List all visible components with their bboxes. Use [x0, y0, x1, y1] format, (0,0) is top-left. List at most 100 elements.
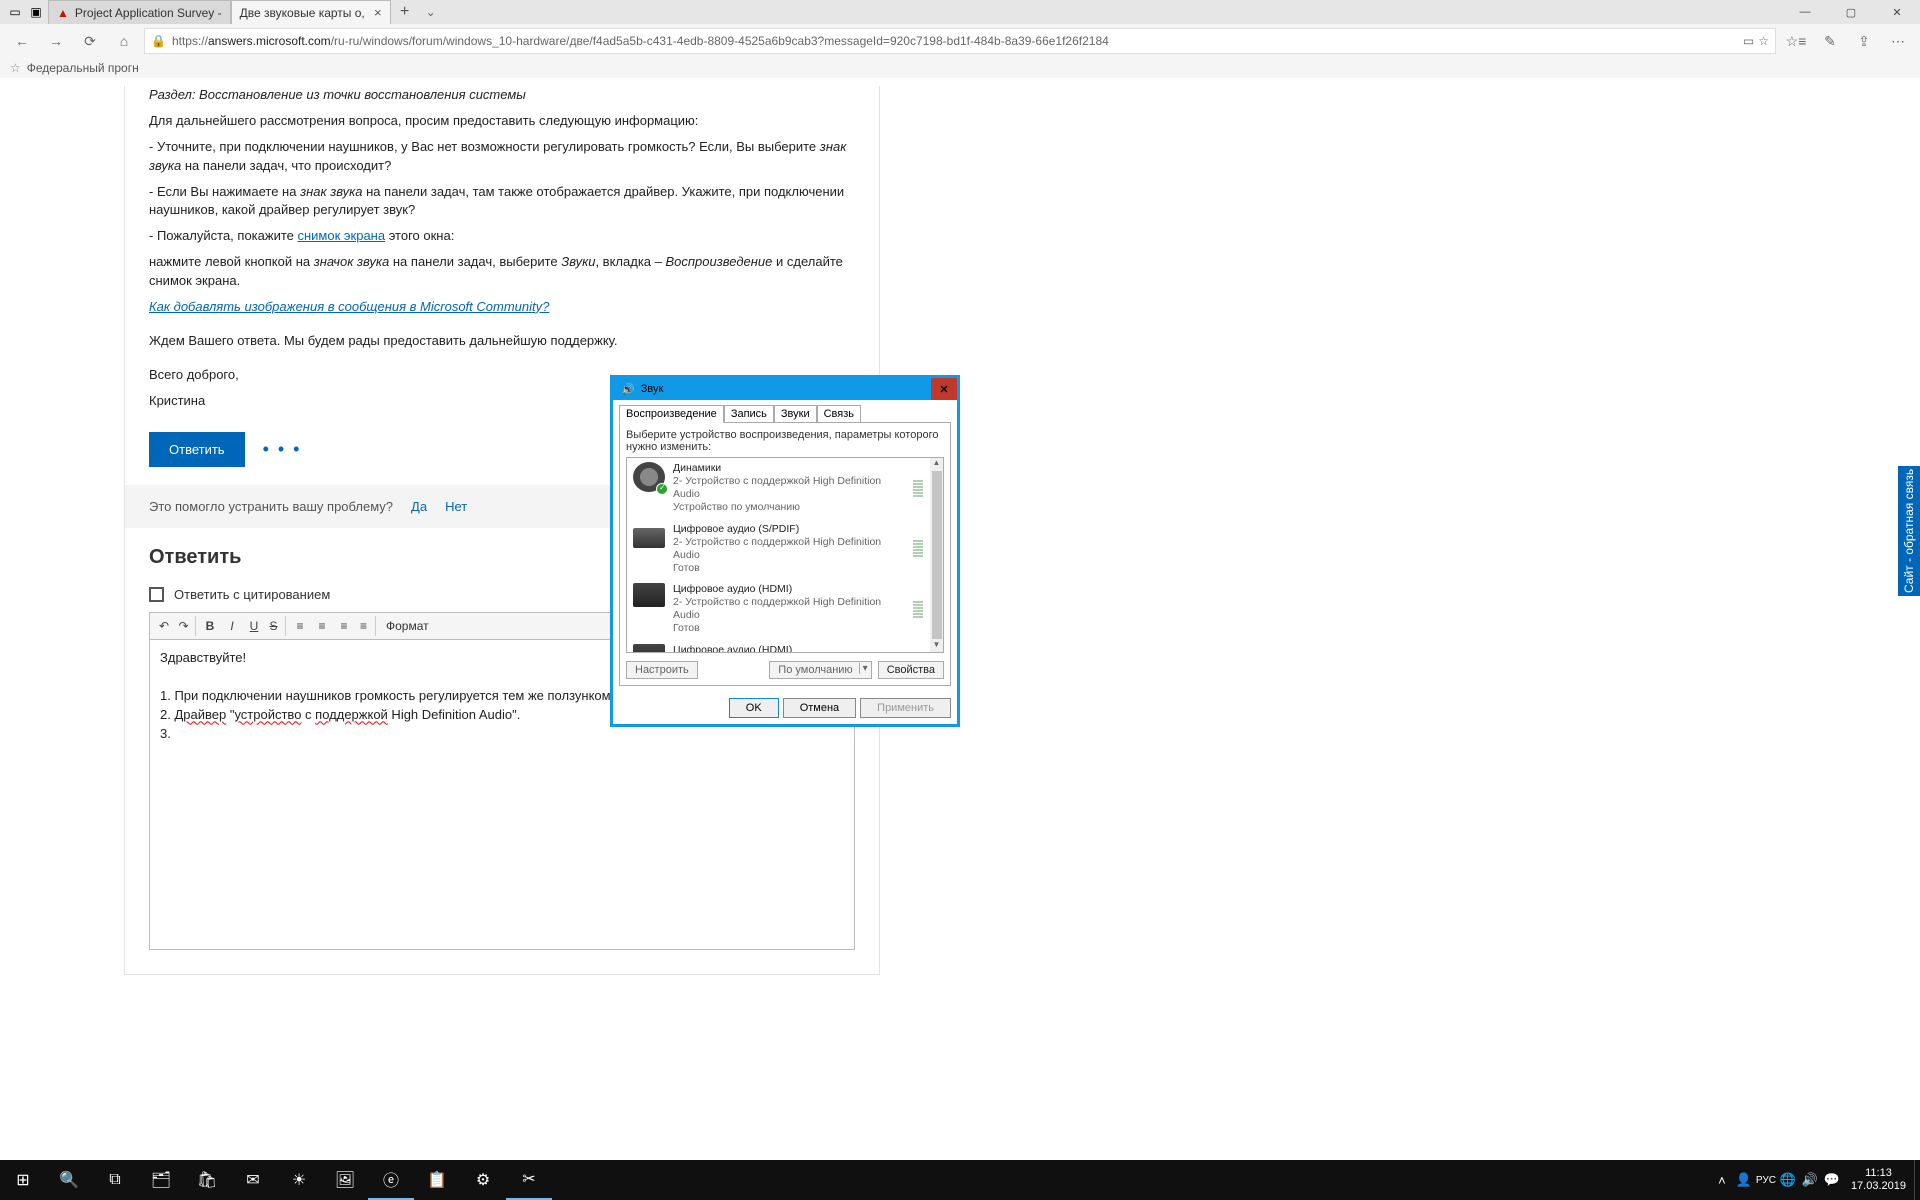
- undo-icon[interactable]: ↶: [154, 616, 174, 636]
- back-button[interactable]: ←: [8, 27, 36, 55]
- redo-icon[interactable]: ↷: [176, 616, 196, 636]
- bold-icon[interactable]: B: [200, 616, 220, 636]
- mail-icon[interactable]: ✉: [230, 1160, 276, 1200]
- dialog-title: Звук: [641, 383, 664, 395]
- minimize-button[interactable]: —: [1782, 0, 1828, 24]
- browser-tab-0[interactable]: ▲ Project Application Survey -: [48, 0, 231, 24]
- configure-button[interactable]: Настроить: [626, 661, 698, 679]
- tabs-chevron-icon[interactable]: ⌄: [419, 0, 443, 24]
- taskbar: ⊞ 🔍 ⧉ 🗂 🛍 ✉ ☀ 🖼 ⓔ 📋 ⚙ ✂ ˄ 👤 РУС 🌐 🔊 💬 11…: [0, 1160, 1920, 1200]
- notifications-icon[interactable]: 💬: [1821, 1160, 1843, 1200]
- helpful-question: Это помогло устранить вашу проблему?: [149, 499, 393, 514]
- format-select[interactable]: Формат: [380, 619, 435, 633]
- set-default-combo[interactable]: По умолчанию: [769, 661, 871, 679]
- weather-icon[interactable]: ☀: [276, 1160, 322, 1200]
- device-row-3[interactable]: Цифровое аудио (HDMI)Устройство с поддер…: [627, 640, 943, 654]
- lang-icon[interactable]: РУС: [1755, 1160, 1777, 1200]
- device-row-1[interactable]: Цифровое аудио (S/PDIF)2- Устройство с п…: [627, 519, 943, 580]
- url-prefix: https://: [172, 34, 208, 48]
- tab-playback[interactable]: Воспроизведение: [619, 405, 724, 423]
- device-list[interactable]: Динамики2- Устройство с поддержкой High …: [626, 457, 944, 653]
- lock-icon: 🔒: [151, 34, 166, 48]
- favorites-icon[interactable]: ☆≡: [1782, 27, 1810, 55]
- photos-icon[interactable]: 🖼: [322, 1160, 368, 1200]
- help-link[interactable]: Как добавлять изображения в сообщения в …: [149, 299, 549, 314]
- new-tab-button[interactable]: +: [391, 0, 419, 24]
- search-icon[interactable]: 🔍: [46, 1160, 92, 1200]
- sound-dialog: 🔊 Звук ✕ Воспроизведение Запись Звуки Св…: [610, 375, 960, 727]
- helpful-yes[interactable]: Да: [411, 499, 427, 514]
- refresh-button[interactable]: ⟳: [76, 27, 104, 55]
- dialog-body: Воспроизведение Запись Звуки Связь Выбер…: [613, 400, 957, 692]
- tab-sounds[interactable]: Звуки: [774, 405, 817, 423]
- ok-button[interactable]: OK: [729, 698, 779, 718]
- align-left-icon[interactable]: ≡: [290, 616, 310, 636]
- system-tray: ˄ 👤 РУС 🌐 🔊 💬 11:1317.03.2019: [1711, 1160, 1920, 1200]
- store-icon[interactable]: 🛍: [184, 1160, 230, 1200]
- device-row-0[interactable]: Динамики2- Устройство с поддержкой High …: [627, 458, 943, 519]
- dialog-hint: Выберите устройство воспроизведения, пар…: [626, 429, 944, 453]
- show-desktop-button[interactable]: [1914, 1160, 1920, 1200]
- tab-recording[interactable]: Запись: [724, 405, 774, 423]
- helpful-no[interactable]: Нет: [445, 499, 467, 514]
- apply-button[interactable]: Применить: [860, 698, 951, 718]
- close-icon[interactable]: ×: [374, 5, 382, 20]
- task-view-icon[interactable]: ⧉: [92, 1160, 138, 1200]
- reply-button[interactable]: Ответить: [149, 432, 245, 467]
- taskview2-icon[interactable]: ▣: [27, 0, 45, 24]
- hdmi-device-icon: [633, 583, 665, 607]
- italic-icon[interactable]: I: [222, 616, 242, 636]
- hdmi-device-icon: [633, 644, 665, 654]
- fav-item[interactable]: Федеральный прогн: [27, 61, 139, 75]
- start-button[interactable]: ⊞: [0, 1160, 46, 1200]
- close-button[interactable]: ✕: [1874, 0, 1920, 24]
- more-actions-icon[interactable]: • • •: [263, 439, 302, 460]
- level-meter-icon: [913, 462, 923, 515]
- window-controls: — ▢ ✕: [1782, 0, 1920, 24]
- maximize-button[interactable]: ▢: [1828, 0, 1874, 24]
- edge-icon[interactable]: ⓔ: [368, 1160, 414, 1200]
- network-icon[interactable]: 🌐: [1777, 1160, 1799, 1200]
- menu-icon[interactable]: ⋯: [1884, 27, 1912, 55]
- strike-icon[interactable]: S: [266, 616, 286, 636]
- align-justify-icon[interactable]: ≡: [356, 616, 376, 636]
- feedback-tab[interactable]: Сайт - обратная связь: [1898, 466, 1920, 596]
- screenshot-link[interactable]: снимок экрана: [297, 228, 385, 243]
- notes-icon[interactable]: 📋: [414, 1160, 460, 1200]
- align-center-icon[interactable]: ≡: [312, 616, 332, 636]
- people-icon[interactable]: 👤: [1733, 1160, 1755, 1200]
- taskbar-clock[interactable]: 11:1317.03.2019: [1843, 1167, 1914, 1193]
- bullet-4: нажмите левой кнопкой на значок звука на…: [149, 253, 855, 289]
- tab-comm[interactable]: Связь: [817, 405, 861, 423]
- share-icon[interactable]: ⇪: [1850, 27, 1878, 55]
- dialog-titlebar[interactable]: 🔊 Звук ✕: [613, 378, 957, 400]
- address-bar[interactable]: 🔒 https://answers.microsoft.com/ru-ru/wi…: [144, 28, 1776, 54]
- bullet-3: - Пожалуйста, покажите снимок экрана это…: [149, 227, 855, 245]
- favorite-icon[interactable]: ☆: [1758, 34, 1769, 48]
- forward-button[interactable]: →: [42, 27, 70, 55]
- wait-text: Ждем Вашего ответа. Мы будем рады предос…: [149, 332, 855, 350]
- tray-chevron-icon[interactable]: ˄: [1711, 1160, 1733, 1200]
- underline-icon[interactable]: U: [244, 616, 264, 636]
- volume-icon[interactable]: 🔊: [1799, 1160, 1821, 1200]
- snipping-icon[interactable]: ✂: [506, 1160, 552, 1200]
- file-explorer-icon[interactable]: 🗂: [138, 1160, 184, 1200]
- dialog-footer: OK Отмена Применить: [613, 692, 957, 724]
- cancel-button[interactable]: Отмена: [783, 698, 856, 718]
- message-body: Раздел: Восстановление из точки восстано…: [125, 86, 879, 422]
- align-right-icon[interactable]: ≡: [334, 616, 354, 636]
- tab-title: Две звуковые карты о,: [240, 6, 365, 20]
- dialog-close-button[interactable]: ✕: [931, 378, 957, 400]
- reading-view-icon[interactable]: ▭: [1743, 34, 1754, 48]
- avira-icon: ▲: [57, 6, 69, 20]
- scrollbar[interactable]: ▲▼: [930, 458, 943, 652]
- settings-icon[interactable]: ⚙: [460, 1160, 506, 1200]
- quote-checkbox[interactable]: [149, 587, 164, 602]
- properties-button[interactable]: Свойства: [878, 661, 944, 679]
- notes-icon[interactable]: ✎: [1816, 27, 1844, 55]
- browser-tab-1[interactable]: Две звуковые карты о, ×: [231, 0, 391, 24]
- home-button[interactable]: ⌂: [110, 27, 138, 55]
- tab-strip: ▭ ▣ ▲ Project Application Survey - Две з…: [0, 0, 1920, 24]
- taskview-icon[interactable]: ▭: [6, 0, 24, 24]
- device-row-2[interactable]: Цифровое аудио (HDMI)2- Устройство с под…: [627, 579, 943, 640]
